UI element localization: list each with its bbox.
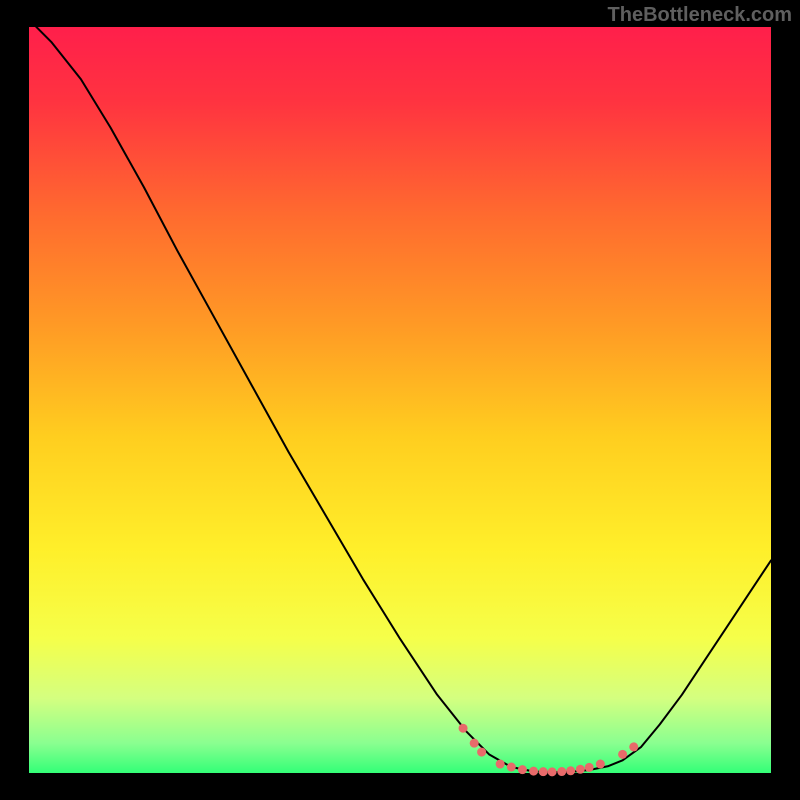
curve-marker <box>576 765 585 774</box>
curve-marker <box>529 767 538 776</box>
curve-marker <box>557 767 566 776</box>
bottleneck-curve-chart <box>0 0 800 800</box>
chart-container: TheBottleneck.com <box>0 0 800 800</box>
curve-marker <box>496 760 505 769</box>
curve-marker <box>596 760 605 769</box>
curve-marker <box>548 767 557 776</box>
curve-marker <box>507 763 516 772</box>
gradient-background <box>29 27 771 773</box>
curve-marker <box>566 766 575 775</box>
curve-marker <box>470 739 479 748</box>
watermark-text: TheBottleneck.com <box>608 4 792 27</box>
curve-marker <box>629 742 638 751</box>
curve-marker <box>585 763 594 772</box>
curve-marker <box>459 724 468 733</box>
curve-marker <box>618 750 627 759</box>
curve-marker <box>477 748 486 757</box>
curve-marker <box>539 767 548 776</box>
curve-marker <box>518 765 527 774</box>
